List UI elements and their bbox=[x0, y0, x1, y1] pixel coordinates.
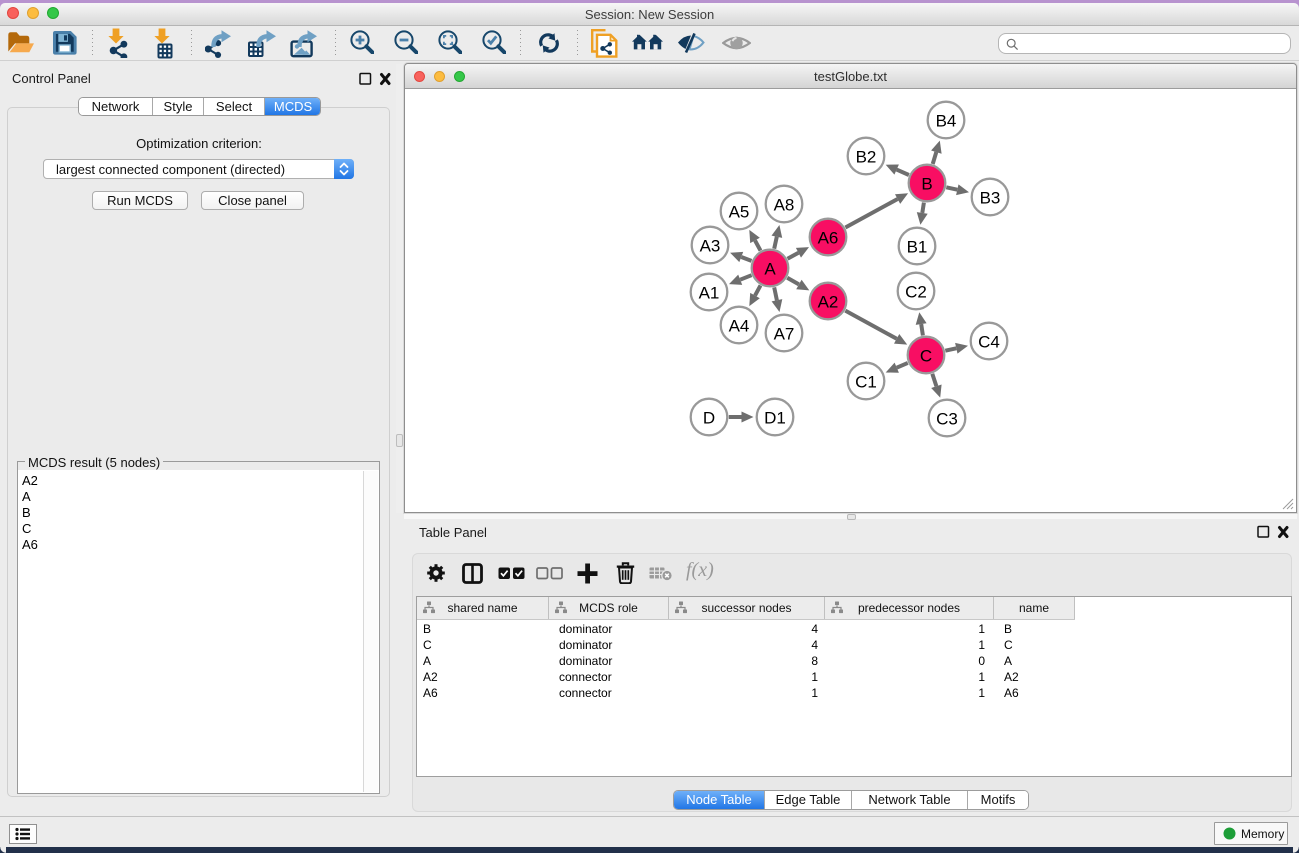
svg-text:A4: A4 bbox=[729, 317, 750, 336]
svg-text:B: B bbox=[921, 175, 932, 194]
svg-text:B3: B3 bbox=[980, 189, 1001, 208]
svg-text:A1: A1 bbox=[699, 284, 720, 303]
svg-text:A6: A6 bbox=[818, 229, 839, 248]
svg-text:A5: A5 bbox=[729, 203, 750, 222]
svg-text:A3: A3 bbox=[700, 237, 721, 256]
svg-text:D: D bbox=[703, 409, 715, 428]
svg-text:A: A bbox=[764, 260, 776, 279]
svg-text:C: C bbox=[920, 347, 932, 366]
svg-text:A8: A8 bbox=[774, 196, 795, 215]
svg-text:A2: A2 bbox=[818, 293, 839, 312]
svg-text:B2: B2 bbox=[856, 148, 877, 167]
svg-text:C2: C2 bbox=[905, 283, 927, 302]
svg-text:C4: C4 bbox=[978, 333, 1000, 352]
svg-text:B1: B1 bbox=[907, 238, 928, 257]
svg-text:B4: B4 bbox=[936, 112, 957, 131]
svg-text:D1: D1 bbox=[764, 409, 786, 428]
svg-text:A7: A7 bbox=[774, 325, 795, 344]
svg-text:C1: C1 bbox=[855, 373, 877, 392]
svg-text:C3: C3 bbox=[936, 410, 958, 429]
